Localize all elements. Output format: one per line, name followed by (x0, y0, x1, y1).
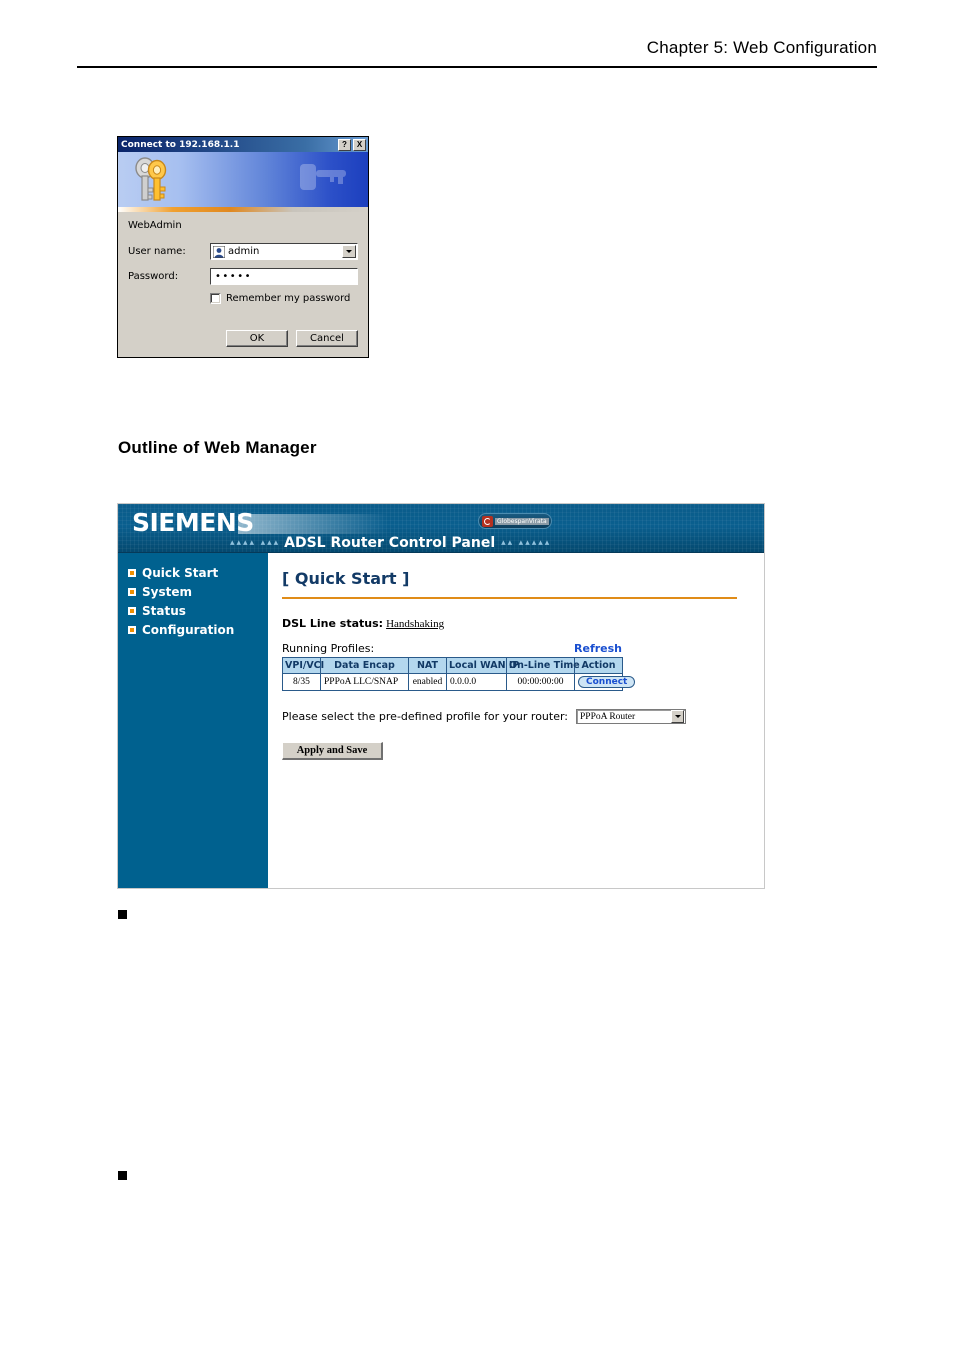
title-divider (282, 597, 737, 599)
remember-password-checkbox[interactable] (210, 293, 221, 304)
sidebar-item-status[interactable]: Status (118, 601, 268, 620)
sidebar-item-label: Quick Start (142, 565, 219, 580)
bullet-icon (128, 568, 136, 577)
bullet-marker (118, 910, 127, 919)
globespanvirata-badge: GlobespanVirata (478, 513, 552, 529)
username-input[interactable]: admin (210, 243, 358, 260)
bullet-icon (128, 587, 136, 596)
panel-body: Quick Start System Status Configuration … (118, 553, 764, 888)
close-icon[interactable]: X (353, 138, 366, 151)
connect-button[interactable]: Connect (578, 676, 636, 688)
password-input[interactable]: ••••• (210, 268, 358, 285)
cell-nat: enabled (408, 673, 447, 691)
refresh-link[interactable]: Refresh (574, 642, 622, 655)
auth-dialog-title: Connect to 192.168.1.1 (121, 139, 240, 150)
cell-vpi-vci: 8/35 (282, 673, 321, 691)
username-value: admin (228, 246, 260, 257)
swirl-icon (482, 515, 493, 527)
panel-content: [ Quick Start ] DSL Line status: Handshak… (268, 553, 764, 888)
auth-dialog-banner (118, 152, 368, 207)
dialog-button-row: OK Cancel (128, 330, 358, 347)
help-icon[interactable]: ? (338, 138, 351, 151)
column-header-nat: NAT (408, 657, 447, 674)
profile-select-label: Please select the pre-defined profile fo… (282, 710, 569, 723)
column-header-data-encap: Data Encap (320, 657, 409, 674)
remember-password-row[interactable]: Remember my password (210, 293, 358, 304)
remember-password-label: Remember my password (226, 293, 351, 304)
auth-dialog: Connect to 192.168.1.1 ? X WebAdmin User… (117, 136, 369, 358)
logo-streak (238, 514, 388, 534)
dsl-status-value: Handshaking (386, 618, 445, 630)
chapter-title: Chapter 5: Web Configuration (646, 38, 877, 57)
panel-header: SIEMENS GlobespanVirata ▴▴▴▴ ▴▴▴ ADSL Ro… (118, 504, 764, 553)
panel-subtitle: ADSL Router Control Panel (284, 534, 496, 551)
profile-select-row: Please select the pre-defined profile fo… (282, 709, 764, 724)
auth-dialog-body: WebAdmin User name: admin Password: ••••… (118, 212, 368, 357)
ok-button[interactable]: OK (226, 330, 288, 347)
cell-action: Connect (574, 673, 636, 691)
running-profiles-table: VPI/VCI Data Encap NAT Local WAN IP On-L… (282, 657, 636, 691)
column-header-vpi-vci: VPI/VCI (282, 657, 324, 674)
profile-select[interactable]: PPPoA Router (576, 709, 687, 724)
sidebar-item-configuration[interactable]: Configuration (118, 620, 268, 639)
bullet-icon (128, 606, 136, 615)
cell-online-time: 00:00:00:00 (506, 673, 575, 691)
column-header-local-wan-ip: Local WAN IP (446, 657, 519, 674)
cell-data-encap: PPPoA LLC/SNAP (320, 673, 409, 691)
sidebar-item-label: Configuration (142, 622, 235, 637)
profiles-header-row: Running Profiles: Refresh (282, 642, 622, 655)
dots-right-decoration: ▴▴ ▴▴▴▴▴ (501, 537, 552, 547)
dots-left-decoration: ▴▴▴▴ ▴▴▴ (230, 537, 281, 547)
sidebar-item-system[interactable]: System (118, 582, 268, 601)
realm-label: WebAdmin (128, 220, 182, 231)
sidebar-item-label: System (142, 584, 192, 599)
panel-subtitle-bar: ▴▴▴▴ ▴▴▴ ADSL Router Control Panel ▴▴ ▴▴… (118, 533, 764, 552)
profile-select-value: PPPoA Router (580, 711, 636, 722)
bullet-marker (118, 1171, 127, 1180)
dsl-status-label: DSL Line status: (282, 617, 384, 630)
partner-badge-label: GlobespanVirata (495, 517, 549, 525)
page-running-head: Chapter 5: Web Configuration (77, 38, 877, 68)
auth-dialog-titlebar: Connect to 192.168.1.1 ? X (118, 137, 368, 152)
running-profiles-label: Running Profiles: (282, 642, 375, 655)
user-icon (213, 245, 225, 258)
keys-watermark-icon (300, 164, 346, 190)
password-row: Password: ••••• (128, 268, 358, 285)
section-heading: Outline of Web Manager (118, 438, 317, 457)
bullet-icon (128, 625, 136, 634)
dsl-line-status: DSL Line status: Handshaking (282, 617, 764, 630)
chevron-down-icon[interactable] (342, 245, 356, 258)
cell-local-wan-ip: 0.0.0.0 (446, 673, 507, 691)
username-label: User name: (128, 246, 186, 257)
router-control-panel-screenshot: SIEMENS GlobespanVirata ▴▴▴▴ ▴▴▴ ADSL Ro… (117, 503, 765, 889)
table-row: 8/35 PPPoA LLC/SNAP enabled 0.0.0.0 00:0… (282, 673, 636, 691)
username-row: User name: admin (128, 243, 358, 260)
sidebar-item-label: Status (142, 603, 186, 618)
column-header-online-time: On-Line Time (506, 657, 580, 674)
column-header-action: Action (574, 657, 623, 674)
page-title: [ Quick Start ] (282, 569, 410, 588)
cancel-button[interactable]: Cancel (296, 330, 358, 347)
apply-and-save-button[interactable]: Apply and Save (282, 742, 383, 760)
password-label: Password: (128, 271, 179, 282)
keys-icon (135, 157, 167, 201)
panel-sidebar: Quick Start System Status Configuration (118, 553, 268, 888)
chevron-down-icon[interactable] (671, 710, 685, 723)
table-header-row: VPI/VCI Data Encap NAT Local WAN IP On-L… (282, 657, 623, 674)
sidebar-item-quick-start[interactable]: Quick Start (118, 563, 268, 582)
